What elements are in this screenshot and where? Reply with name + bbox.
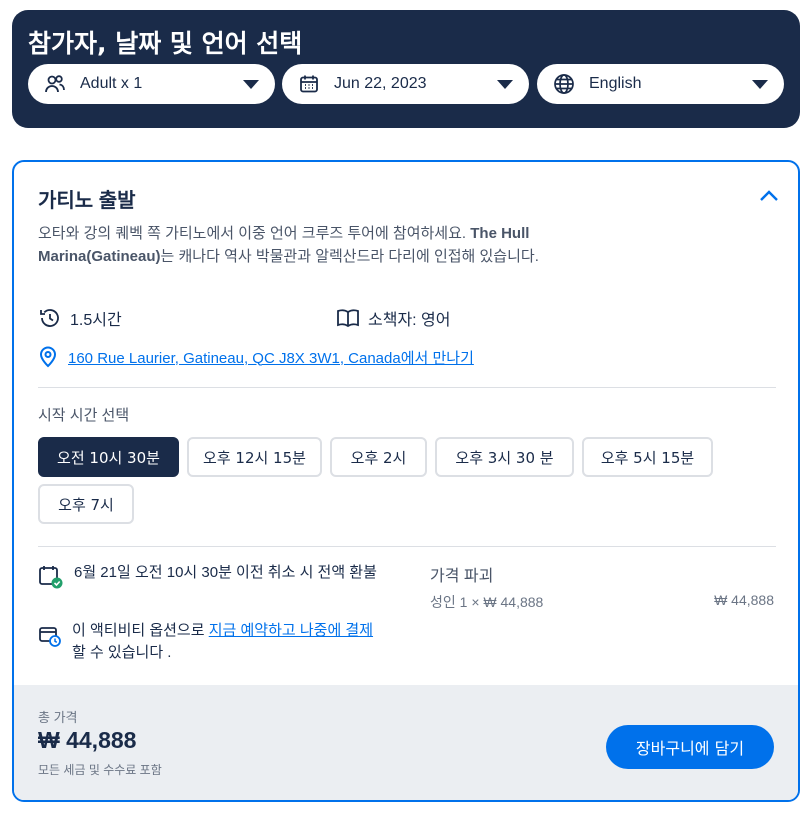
divider [38,546,776,547]
pay-text: 이 액티비티 옵션으로 [72,622,209,639]
option-description: 오타와 강의 퀘벡 쪽 가티노에서 이중 언어 크루즈 투어에 참여하세요. T… [38,222,568,268]
calendar-icon [298,73,320,95]
cancellation-text: 6월 21일 오전 10시 30분 이전 취소 시 전액 환불 [74,564,377,581]
add-to-cart-button[interactable]: 장바구니에 담기 [606,725,774,769]
chevron-down-icon [752,79,768,89]
price-breakdown-line: 성인 1 × ₩ 44,888 [430,594,544,610]
time-slot-button[interactable]: 오후 12시 15분 [187,437,322,477]
start-time-label: 시작 시간 선택 [38,407,130,424]
time-slot-button[interactable]: 오후 7시 [38,484,134,524]
description-text: 는 캐나다 역사 박물관과 알렉산드라 다리에 인접해 있습니다. [160,248,539,265]
price-breakdown-amount: ₩ 44,888 [714,592,774,608]
price-breakdown-label: 가격 파괴 [430,568,494,585]
tour-option-card: 가티노 출발 오타와 강의 퀘벡 쪽 가티노에서 이중 언어 크루즈 투어에 참… [12,160,800,802]
price-footer: 총 가격 ₩ 44,888 모든 세금 및 수수료 포함 장바구니에 담기 [14,685,798,800]
reserve-now-pay-later: 이 액티비티 옵션으로 지금 예약하고 나중에 결제 할 수 있습니다 . [38,620,378,664]
selection-header: 참가자, 날짜 및 언어 선택 Adult x 1 Jun 22, 2023 E… [12,10,800,128]
chevron-up-icon[interactable] [758,188,780,204]
booklet-value: 소책자: 영어 [368,312,451,329]
taxes-note: 모든 세금 및 수수료 포함 [38,763,162,777]
globe-icon [553,73,575,95]
time-slot-button[interactable]: 오후 3시 30 분 [435,437,574,477]
location-pin-icon [39,346,57,368]
chevron-down-icon [497,79,513,89]
book-icon [337,309,359,328]
duration-value: 1.5시간 [70,312,122,329]
time-slot-button[interactable]: 오전 10시 30분 [38,437,179,477]
meeting-point: 160 Rue Laurier, Gatineau, QC J8X 3W1, C… [38,346,474,368]
option-title: 가티노 출발 [38,190,136,212]
booklet-language: 소책자: 영어 [336,306,451,330]
pay-text: 할 수 있습니다 . [72,644,172,661]
calendar-check-icon [39,566,63,589]
date-dropdown[interactable]: Jun 22, 2023 [282,64,529,104]
language-value: English [589,75,642,92]
cancellation-policy: 6월 21일 오전 10시 30분 이전 취소 시 전액 환불 [38,562,378,590]
people-icon [44,73,66,95]
meeting-suffix: 에서 만나기 [400,349,474,367]
chevron-down-icon [243,79,259,89]
total-price: ₩ 44,888 [38,727,137,753]
page-title: 참가자, 날짜 및 언어 선택 [28,29,303,58]
clock-history-icon [40,309,59,327]
meeting-point-link[interactable]: 160 Rue Laurier, Gatineau, QC J8X 3W1, C… [68,347,474,368]
travelers-value: Adult x 1 [80,75,143,92]
time-slot-button[interactable]: 오후 2시 [330,437,427,477]
travelers-dropdown[interactable]: Adult x 1 [28,64,275,104]
duration: 1.5시간 [38,306,122,330]
total-price-label: 총 가격 [38,710,78,725]
time-slot-button[interactable]: 오후 5시 15분 [582,437,713,477]
description-text: 오타와 강의 퀘벡 쪽 가티노에서 이중 언어 크루즈 투어에 참여하세요. [38,225,471,242]
wallet-clock-icon [39,627,61,647]
divider [38,387,776,388]
language-dropdown[interactable]: English [537,64,784,104]
meeting-address: 160 Rue Laurier, Gatineau, QC J8X 3W1, C… [68,349,401,367]
date-value: Jun 22, 2023 [334,75,427,92]
reserve-pay-later-link[interactable]: 지금 예약하고 나중에 결제 [209,622,373,639]
